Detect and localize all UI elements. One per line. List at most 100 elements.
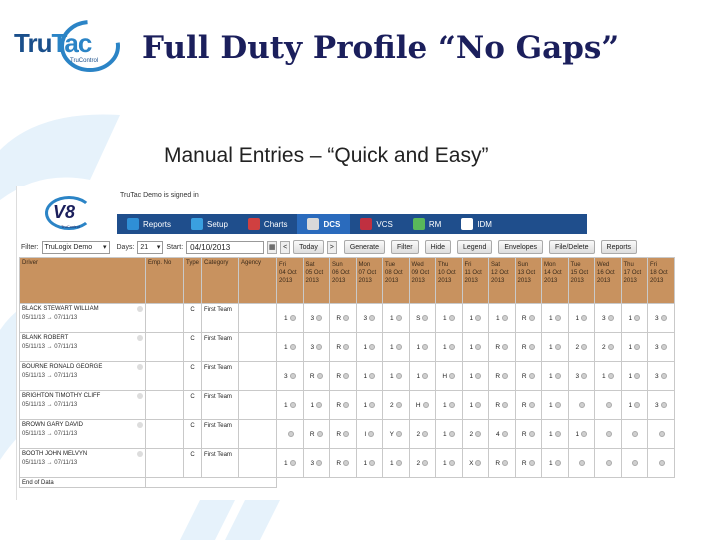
start-date-input[interactable]: 04/10/2013 <box>186 240 265 254</box>
duty-cell[interactable]: 3 <box>647 332 675 362</box>
duty-cell[interactable]: R <box>302 361 331 391</box>
duty-cell[interactable]: 3 <box>302 332 331 362</box>
edit-icon[interactable] <box>395 430 402 437</box>
menu-item-idm[interactable]: IDM <box>451 214 502 234</box>
duty-cell[interactable]: 1 <box>461 332 490 362</box>
edit-icon[interactable] <box>581 314 588 321</box>
edit-icon[interactable] <box>422 314 429 321</box>
edit-icon[interactable] <box>422 430 429 437</box>
edit-icon[interactable] <box>369 314 376 321</box>
edit-icon[interactable] <box>579 459 586 466</box>
agency-header[interactable]: Agency <box>238 257 278 304</box>
duty-cell[interactable]: 1 <box>541 448 569 478</box>
duty-cell[interactable]: R <box>329 332 357 362</box>
edit-icon[interactable] <box>607 372 614 379</box>
days-select[interactable]: 21 ▾ <box>137 240 164 254</box>
prev-button[interactable]: < <box>280 240 291 254</box>
edit-icon[interactable] <box>528 343 535 350</box>
edit-icon[interactable] <box>660 401 667 408</box>
driver-cell[interactable]: BLACK STEWART WILLIAM 05/11/13 → 07/11/13 <box>19 303 146 333</box>
duty-cell[interactable]: 1 <box>488 303 516 333</box>
day-header[interactable]: Wed 09 Oct 2013 <box>408 257 437 304</box>
expand-icon[interactable] <box>137 335 143 341</box>
day-header[interactable]: Fri 04 Oct 2013 <box>276 257 304 304</box>
duty-cell[interactable]: 1 <box>355 332 384 362</box>
driver-cell[interactable]: BLANK ROBERT 05/11/13 → 07/11/13 <box>19 332 146 362</box>
duty-cell[interactable]: 1 <box>620 303 649 333</box>
generate-button[interactable]: Generate <box>343 240 386 254</box>
duty-cell[interactable]: 1 <box>276 332 304 362</box>
edit-icon[interactable] <box>316 459 323 466</box>
expand-icon[interactable] <box>137 393 143 399</box>
duty-cell[interactable]: 1 <box>435 448 463 478</box>
duty-cell[interactable]: 4 <box>488 419 516 449</box>
duty-cell[interactable]: Y <box>382 419 410 449</box>
duty-cell[interactable]: 1 <box>541 303 569 333</box>
edit-icon[interactable] <box>287 430 294 437</box>
driver-header[interactable]: Driver <box>19 257 146 304</box>
edit-icon[interactable] <box>660 372 667 379</box>
expand-icon[interactable] <box>137 422 143 428</box>
edit-icon[interactable] <box>395 314 402 321</box>
duty-cell[interactable]: 1 <box>435 332 463 362</box>
edit-icon[interactable] <box>475 372 482 379</box>
edit-icon[interactable] <box>581 343 588 350</box>
edit-icon[interactable] <box>368 430 375 437</box>
duty-cell[interactable]: 3 <box>567 361 596 391</box>
duty-cell[interactable]: 3 <box>302 303 331 333</box>
duty-cell[interactable]: 1 <box>435 419 463 449</box>
duty-cell[interactable]: 1 <box>355 361 384 391</box>
menu-item-setup[interactable]: Setup <box>181 214 238 234</box>
edit-icon[interactable] <box>502 401 509 408</box>
duty-cell[interactable]: I <box>355 419 384 449</box>
duty-cell[interactable]: 2 <box>461 419 490 449</box>
edit-icon[interactable] <box>369 401 376 408</box>
duty-cell[interactable]: 1 <box>567 303 596 333</box>
duty-cell[interactable]: R <box>514 332 543 362</box>
duty-cell[interactable]: 3 <box>276 361 304 391</box>
edit-icon[interactable] <box>289 401 296 408</box>
edit-icon[interactable] <box>289 459 296 466</box>
edit-icon[interactable] <box>316 372 323 379</box>
edit-icon[interactable] <box>502 372 509 379</box>
duty-cell[interactable] <box>647 448 675 478</box>
duty-cell[interactable]: 3 <box>647 390 675 420</box>
duty-cell[interactable]: R <box>488 361 516 391</box>
duty-cell[interactable]: 1 <box>541 332 569 362</box>
duty-cell[interactable]: 1 <box>541 390 569 420</box>
edit-icon[interactable] <box>369 459 376 466</box>
today-button[interactable]: Today <box>293 240 324 254</box>
edit-icon[interactable] <box>289 372 296 379</box>
duty-cell[interactable]: H <box>408 390 437 420</box>
edit-icon[interactable] <box>369 343 376 350</box>
hide-button[interactable]: Hide <box>424 240 451 254</box>
duty-cell[interactable]: 3 <box>302 448 331 478</box>
edit-icon[interactable] <box>554 430 561 437</box>
edit-icon[interactable] <box>658 430 665 437</box>
driver-cell[interactable]: BOURNE RONALD GEORGE 05/11/13 → 07/11/13 <box>19 361 146 391</box>
edit-icon[interactable] <box>528 314 535 321</box>
edit-icon[interactable] <box>554 459 561 466</box>
menu-item-rm[interactable]: RM <box>403 214 451 234</box>
edit-icon[interactable] <box>581 372 588 379</box>
edit-icon[interactable] <box>634 372 641 379</box>
filter-button[interactable]: Filter <box>391 240 419 254</box>
edit-icon[interactable] <box>449 372 456 379</box>
edit-icon[interactable] <box>289 314 296 321</box>
day-header[interactable]: Tue 08 Oct 2013 <box>382 257 410 304</box>
edit-icon[interactable] <box>607 343 614 350</box>
duty-cell[interactable]: 2 <box>408 419 437 449</box>
edit-icon[interactable] <box>343 314 350 321</box>
day-header[interactable]: Sun 13 Oct 2013 <box>514 257 543 304</box>
edit-icon[interactable] <box>448 314 455 321</box>
category-header[interactable]: Category <box>201 257 240 304</box>
day-header[interactable]: Fri 18 Oct 2013 <box>647 257 675 304</box>
duty-cell[interactable]: 1 <box>461 390 490 420</box>
menu-item-dcs[interactable]: DCS <box>297 214 351 234</box>
file-delete-button[interactable]: File/Delete <box>549 240 595 254</box>
duty-cell[interactable]: R <box>514 448 543 478</box>
duty-cell[interactable]: 1 <box>594 361 622 391</box>
day-header[interactable]: Sat 12 Oct 2013 <box>488 257 516 304</box>
edit-icon[interactable] <box>475 314 482 321</box>
duty-cell[interactable] <box>594 419 622 449</box>
